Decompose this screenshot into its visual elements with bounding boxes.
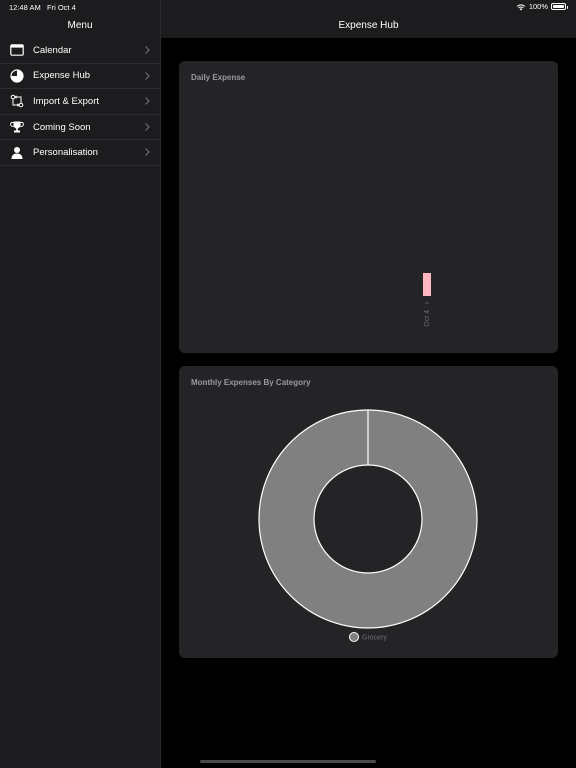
- sidebar-item-label: Personalisation: [33, 147, 98, 159]
- sidebar-menu: Calendar Expense Hub Import & Export Com…: [0, 38, 160, 166]
- sidebar-item-import-export[interactable]: Import & Export: [0, 89, 160, 115]
- sidebar-title: Menu: [67, 20, 93, 31]
- battery-percent: 100%: [528, 2, 548, 11]
- monthly-category-card: Monthly Expenses By Category Grocery: [179, 366, 558, 658]
- status-bar: 12:48 AM Fri Oct 4 100%: [0, 0, 576, 14]
- sidebar-item-label: Import & Export: [33, 95, 99, 107]
- chevron-right-icon: [145, 97, 150, 106]
- app: 12:48 AM Fri Oct 4 100% Menu Calendar Ex…: [0, 0, 576, 768]
- status-right: 100%: [516, 2, 568, 11]
- page-title: Expense Hub: [338, 20, 399, 31]
- wifi-icon: [516, 3, 526, 10]
- chevron-right-icon: [145, 46, 150, 54]
- home-indicator: [200, 760, 376, 763]
- sidebar: Menu Calendar Expense Hub Import & Expor…: [0, 0, 161, 768]
- sidebar-item-expense-hub[interactable]: Expense Hub: [0, 64, 160, 90]
- status-time: 12:48 AM: [9, 3, 41, 12]
- sidebar-item-label: Coming Soon: [33, 121, 91, 133]
- chevron-right-icon: [145, 148, 150, 157]
- import-export-icon: [10, 94, 24, 108]
- chevron-right-icon: [145, 71, 150, 80]
- main-content: Expense Hub Daily Expense Oct 4 Monthly …: [161, 0, 576, 768]
- person-icon: [10, 146, 24, 160]
- sidebar-item-coming-soon[interactable]: Coming Soon: [0, 115, 160, 141]
- chart-tick-label: Oct 4: [424, 310, 431, 327]
- legend-swatch: [349, 632, 359, 642]
- trophy-icon: [10, 120, 24, 134]
- chevron-right-icon: [145, 122, 150, 131]
- status-date: Fri Oct 4: [47, 3, 76, 12]
- chart-bar[interactable]: [423, 273, 431, 296]
- legend-label: Grocery: [362, 635, 387, 642]
- sidebar-item-label: Expense Hub: [33, 70, 91, 82]
- pie-icon: [10, 69, 24, 83]
- daily-expense-chart[interactable]: Oct 4: [179, 61, 558, 353]
- slice-border: [313, 464, 423, 574]
- sidebar-item-personalisation[interactable]: Personalisation: [0, 140, 160, 166]
- sidebar-item-calendar[interactable]: Calendar: [0, 38, 160, 64]
- daily-expense-card: Daily Expense Oct 4: [179, 61, 558, 353]
- monthly-category-chart[interactable]: Grocery: [179, 366, 558, 658]
- calendar-icon: [10, 43, 24, 57]
- sidebar-item-label: Calendar: [33, 44, 72, 56]
- battery-icon: [551, 3, 568, 10]
